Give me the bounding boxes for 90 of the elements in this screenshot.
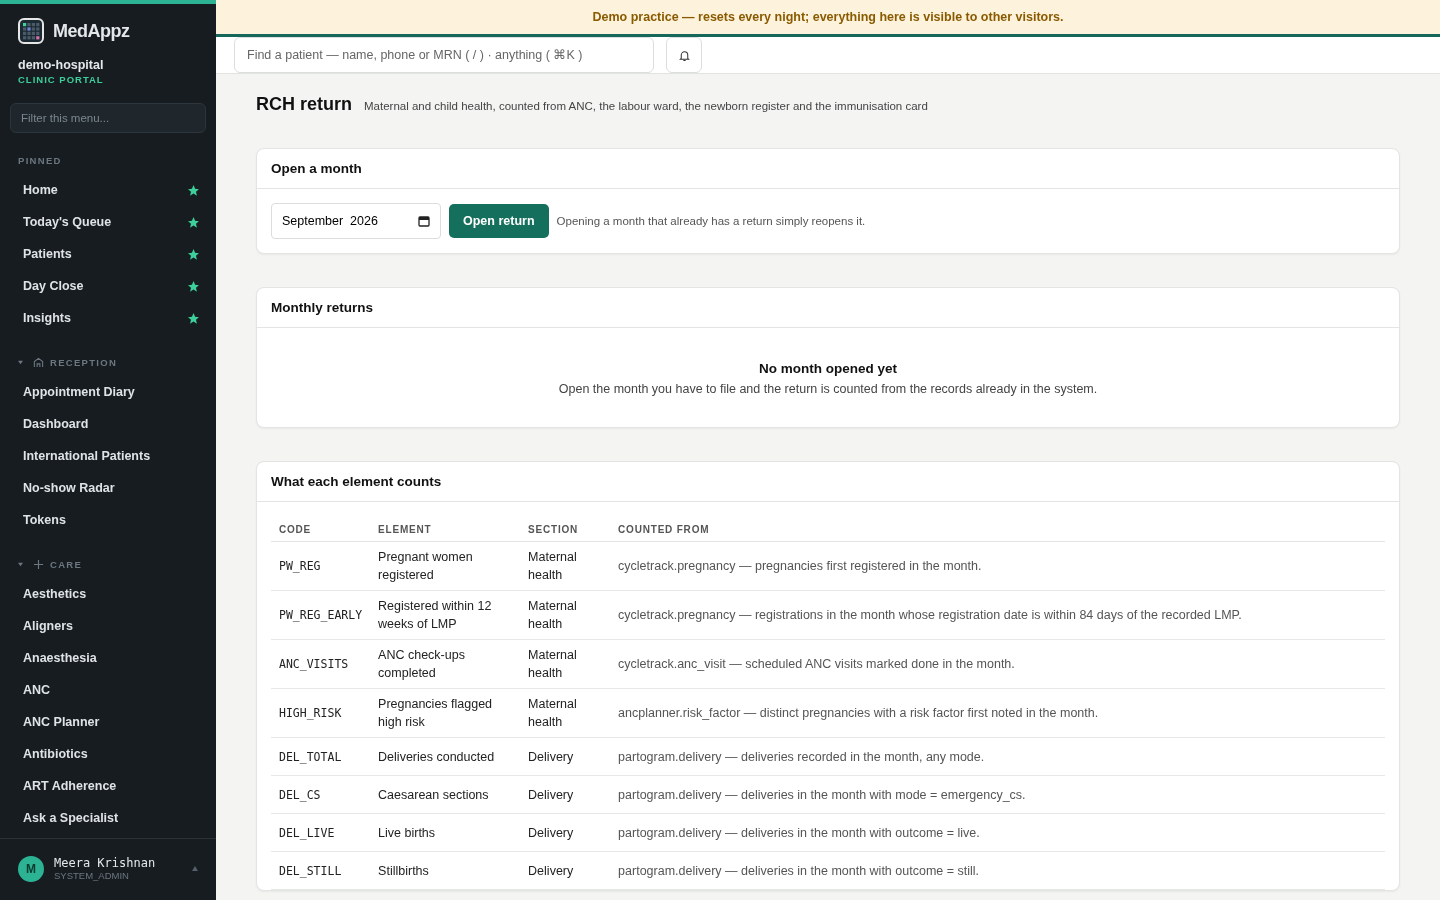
plus-icon (33, 558, 44, 570)
menu-item[interactable]: Aligners (10, 610, 206, 642)
hint-text: Opening a month that already has a return simply reopens it. (556, 215, 866, 227)
caret-icon[interactable] (18, 561, 23, 567)
portal-label: CLINIC PORTAL (17, 73, 105, 85)
menu-item[interactable]: Day Close (10, 270, 206, 302)
table-cell: partogram.delivery — deliveries recorded in the month, any mode. (610, 737, 1385, 776)
table-cell: cycletrack.pregnancy — pregnancies first registered in the month. (610, 541, 1385, 591)
table-cell: partogram.delivery — deliveries in the month with mode = emergency_cs. (610, 775, 1385, 814)
menu-item[interactable]: No-show Radar (10, 472, 206, 504)
table-cell: ANC check-ups completed (370, 639, 521, 689)
table-cell: Maternal health (520, 590, 611, 640)
page-title: RCH return (256, 94, 352, 115)
table-cell: cycletrack.anc_visit — scheduled ANC visits marked done in the month. (610, 639, 1385, 689)
column-header: SECTION (520, 518, 611, 542)
menu-filter-field[interactable]: Filter this menu... (10, 103, 206, 133)
star-icon[interactable] (187, 311, 200, 325)
star-icon[interactable] (187, 279, 200, 293)
menu-item[interactable]: ANC Planner (10, 706, 206, 738)
menu-item[interactable]: Anaesthesia (10, 642, 206, 674)
caret-icon[interactable] (192, 866, 198, 871)
table-cell: Caesarean sections (370, 775, 521, 814)
table-cell: Maternal health (520, 639, 611, 689)
table-cell: DEL_STILL (271, 851, 371, 890)
month-field[interactable]: September 2026 (271, 203, 441, 239)
table-cell: Delivery (520, 851, 611, 890)
user-avatar[interactable]: M (18, 855, 44, 882)
menu-item[interactable]: Ask a Specialist (10, 802, 206, 834)
table-cell: Pregnant women registered (370, 541, 521, 591)
patient-search-field[interactable]: Find a patient — name, phone or MRN ( / ) · anything ( ⌘K ) (234, 37, 654, 73)
user-name: Meera Krishnan (54, 856, 157, 870)
menu-item[interactable]: International Patients (10, 440, 206, 472)
menu-item[interactable]: ANC (10, 674, 206, 706)
caret-icon[interactable] (18, 359, 23, 365)
empty-state-title: No month opened yet (758, 361, 898, 376)
table-cell: PW_REG_EARLY (271, 590, 371, 640)
calendar-icon[interactable] (418, 215, 430, 227)
card-title: What each element counts (257, 462, 1399, 502)
menu-item[interactable]: Antibiotics (10, 738, 206, 770)
table-cell: Stillbirths (370, 851, 521, 890)
star-icon[interactable] (187, 215, 200, 229)
star-icon[interactable] (187, 183, 200, 197)
table-cell: Maternal health (520, 541, 611, 591)
empty-state-text: Open the month you have to file and the return is counted from the records already in the system. (557, 382, 1099, 396)
table-cell: HIGH_RISK (271, 688, 371, 738)
organization-name: demo-hospital (17, 57, 105, 72)
menu-item[interactable]: Home (10, 174, 206, 206)
page-subtitle: Maternal and child health, counted from ANC, the labour ward, the newborn register and the immunisation card (364, 100, 928, 112)
menu-item[interactable]: Tokens (10, 504, 206, 536)
table-cell: Pregnancies flagged high risk (370, 688, 521, 738)
section-heading: RECEPTION (50, 356, 118, 368)
table-cell: DEL_CS (271, 775, 371, 814)
section-heading: CARE (50, 558, 83, 570)
house-icon (33, 356, 44, 368)
table-cell: Live births (370, 813, 521, 852)
table-cell: ANC_VISITS (271, 639, 371, 689)
menu-item[interactable]: Aesthetics (10, 578, 206, 610)
table-cell: Delivery (520, 775, 611, 814)
table-cell: ancplanner.risk_factor — distinct pregnancies with a risk factor first noted in the month. (610, 688, 1385, 738)
table-cell: Registered within 12 weeks of LMP (370, 590, 521, 640)
open-return-button[interactable]: Open return (449, 204, 549, 238)
table-cell: DEL_LIVE (271, 813, 371, 852)
bell-icon (677, 48, 691, 62)
column-header: CODE (271, 518, 371, 542)
brand-name: MedAppz (53, 20, 130, 42)
menu-item[interactable]: Appointment Diary (10, 376, 206, 408)
table-cell: partogram.delivery — deliveries in the month with outcome = live. (610, 813, 1385, 852)
table-cell: Delivery (520, 737, 611, 776)
menu-item[interactable]: Today's Queue (10, 206, 206, 238)
demo-banner: Demo practice — resets every night; everything here is visible to other visitors. (216, 0, 1440, 37)
grid-logo-icon (18, 18, 44, 44)
menu-item[interactable]: Dashboard (10, 408, 206, 440)
section-heading: PINNED (18, 154, 62, 166)
menu-item[interactable]: Insights (10, 302, 206, 334)
menu-item[interactable]: Patients (10, 238, 206, 270)
table-cell: Delivery (520, 813, 611, 852)
table-cell: Maternal health (520, 688, 611, 738)
card-title: Open a month (257, 149, 1399, 189)
star-icon[interactable] (187, 247, 200, 261)
table-cell: PW_REG (271, 541, 371, 591)
column-header: COUNTED FROM (610, 518, 1385, 542)
table-cell: cycletrack.pregnancy — registrations in the month whose registration date is within 84 days of the recorded LMP. (610, 590, 1385, 640)
table-cell: DEL_TOTAL (271, 737, 371, 776)
table-cell: Deliveries conducted (370, 737, 521, 776)
user-role: SYSTEM_ADMIN (54, 870, 130, 881)
notifications-button[interactable] (666, 37, 702, 73)
column-header: ELEMENT (370, 518, 521, 542)
card-title: Monthly returns (257, 288, 1399, 328)
menu-item[interactable]: ART Adherence (10, 770, 206, 802)
table-cell: partogram.delivery — deliveries in the month with outcome = still. (610, 851, 1385, 890)
